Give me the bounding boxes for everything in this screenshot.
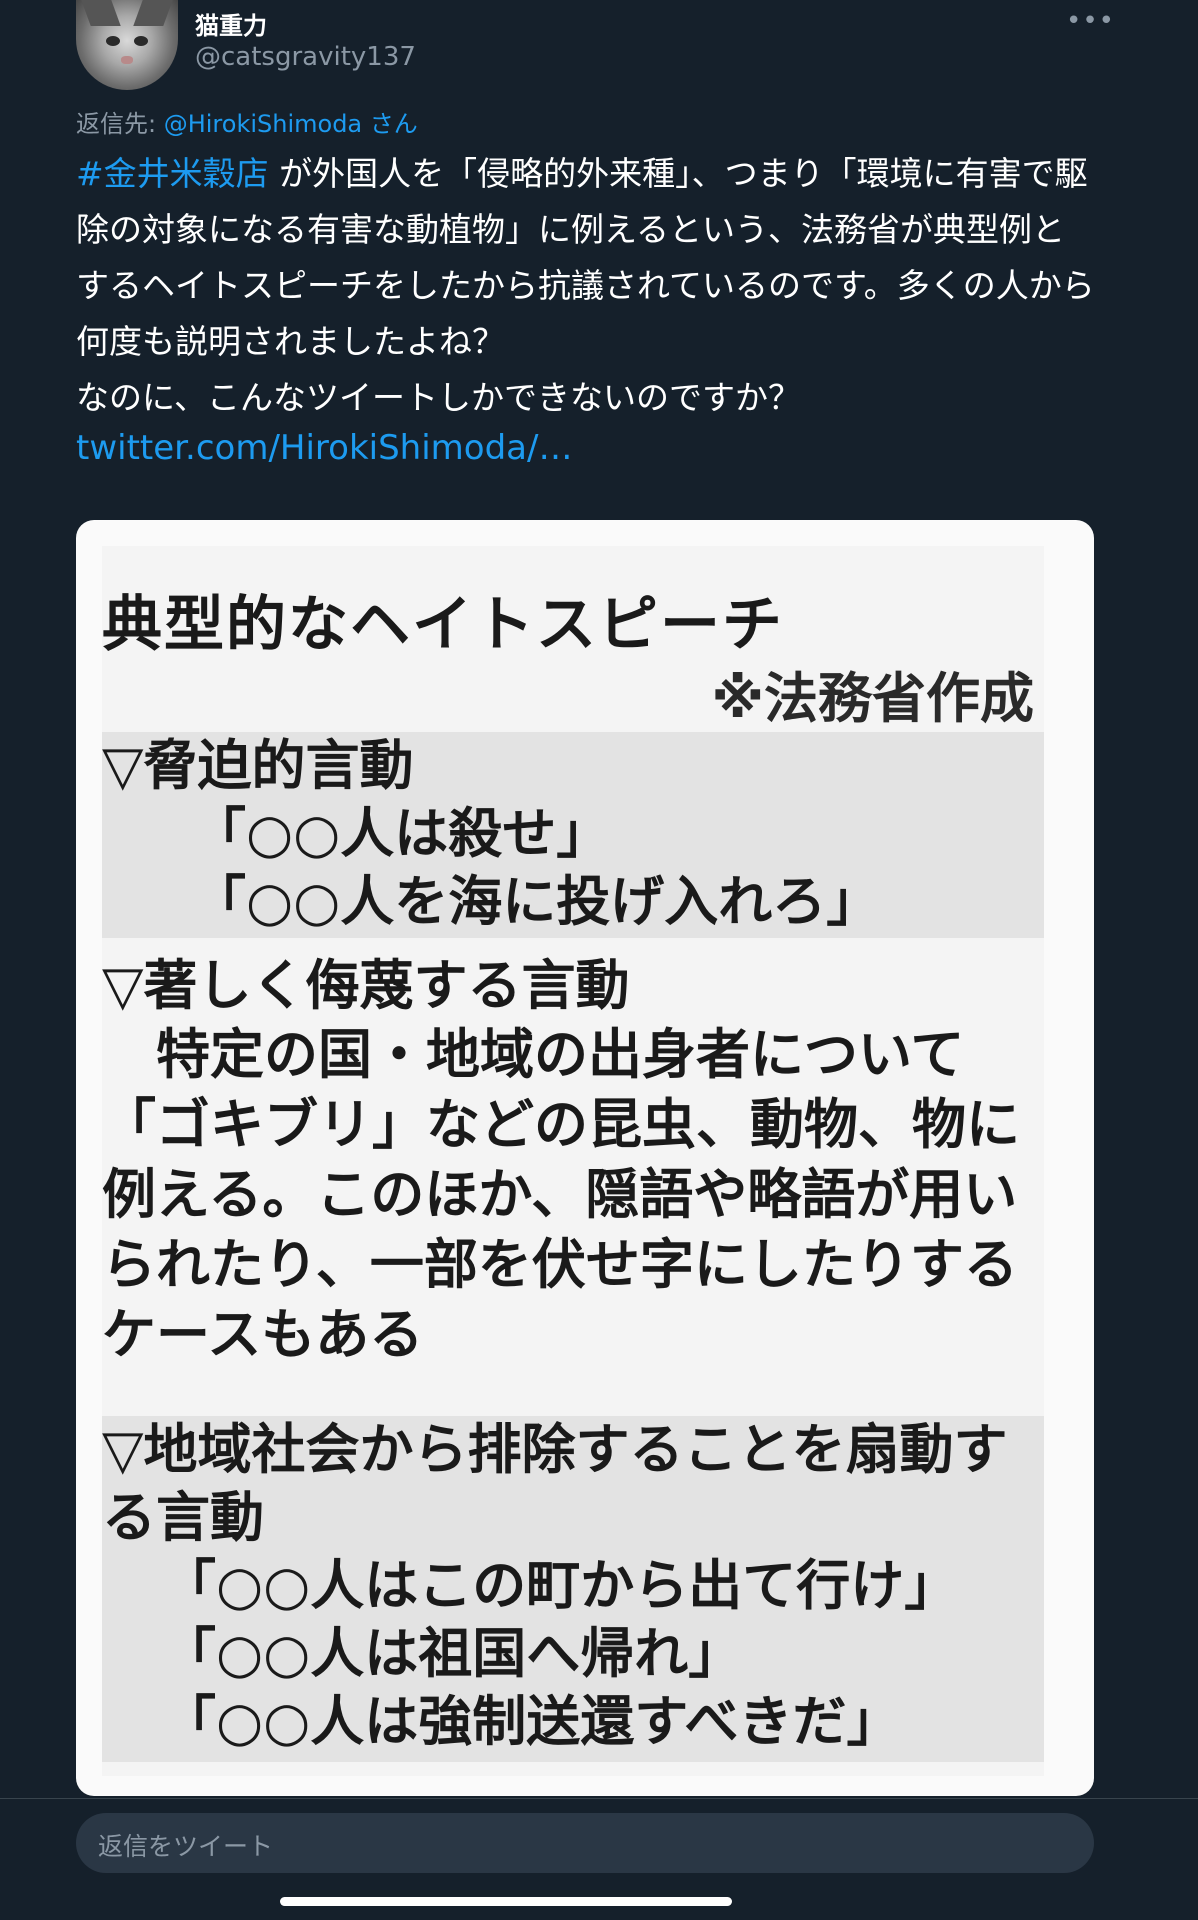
image-content: 典型的なヘイトスピーチ ※法務省作成 ▽脅迫的言動 「○○人は殺せ」 「○○人を… — [102, 546, 1044, 1776]
image-section-threat: ▽脅迫的言動 「○○人は殺せ」 「○○人を海に投げ入れろ」 — [102, 732, 1044, 938]
avatar-eye-right — [134, 36, 148, 46]
tweet-text: #金井米穀店 が外国人を「侵略的外来種」、つまり「環境に有害で駆除の対象になる有… — [76, 146, 1096, 426]
tweet-link[interactable]: twitter.com/HirokiShimoda/… — [76, 428, 572, 468]
section-heading: ▽地域社会から排除することを扇動する言動 — [102, 1418, 1008, 1549]
section-line: 「○○人は殺せ」 — [192, 802, 611, 865]
section-line: 「○○人は強制送還すべきだ」 — [162, 1690, 901, 1753]
avatar-ear-right — [133, 0, 173, 26]
hashtag-link[interactable]: #金井米穀店 — [76, 154, 269, 193]
reply-to-prefix: 返信先: — [76, 110, 164, 138]
tweet-image[interactable]: 典型的なヘイトスピーチ ※法務省作成 ▽脅迫的言動 「○○人は殺せ」 「○○人を… — [76, 520, 1094, 1796]
image-section-exclusion: ▽地域社会から排除することを扇動する言動 「○○人はこの町から出て行け」 「○○… — [102, 1416, 1044, 1762]
section-heading: ▽著しく侮蔑する言動 — [102, 954, 630, 1017]
home-indicator[interactable] — [280, 1897, 732, 1906]
avatar[interactable] — [76, 0, 178, 90]
tweet: 猫重力 @catsgravity137 ••• 返信先: @HirokiShim… — [0, 0, 1198, 1798]
avatar-ear-left — [81, 0, 121, 26]
reply-to-line: 返信先: @HirokiShimoda さん — [76, 104, 418, 139]
image-section-insult: ▽著しく侮蔑する言動 特定の国・地域の出身者について「ゴキブリ」などの昆虫、動物… — [102, 952, 1044, 1392]
section-heading: ▽脅迫的言動 — [102, 734, 414, 797]
section-line: 「○○人を海に投げ入れろ」 — [192, 870, 881, 933]
user-handle[interactable]: @catsgravity137 — [195, 42, 416, 72]
section-line: 「○○人はこの町から出て行け」 — [162, 1554, 959, 1617]
section-body: 特定の国・地域の出身者について「ゴキブリ」などの昆虫、動物、物に例える。このほか… — [102, 1023, 1020, 1366]
section-line: 「○○人は祖国へ帰れ」 — [162, 1622, 743, 1685]
avatar-nose — [121, 56, 133, 64]
reply-placeholder: 返信をツイート — [98, 1832, 274, 1861]
image-note: ※法務省作成 — [711, 667, 1035, 730]
image-title: 典型的なヘイトスピーチ — [102, 590, 784, 660]
more-icon[interactable]: ••• — [1066, 6, 1115, 36]
avatar-eye-left — [106, 36, 120, 46]
reply-to-mention[interactable]: @HirokiShimoda — [164, 110, 362, 138]
tweet-body: が外国人を「侵略的外来種」、つまり「環境に有害で駆除の対象になる有害な動植物」に… — [76, 154, 1095, 417]
reply-to-suffix: さん — [362, 110, 418, 138]
divider — [0, 1798, 1198, 1799]
display-name[interactable]: 猫重力 — [195, 6, 267, 41]
reply-input[interactable]: 返信をツイート — [76, 1813, 1094, 1873]
